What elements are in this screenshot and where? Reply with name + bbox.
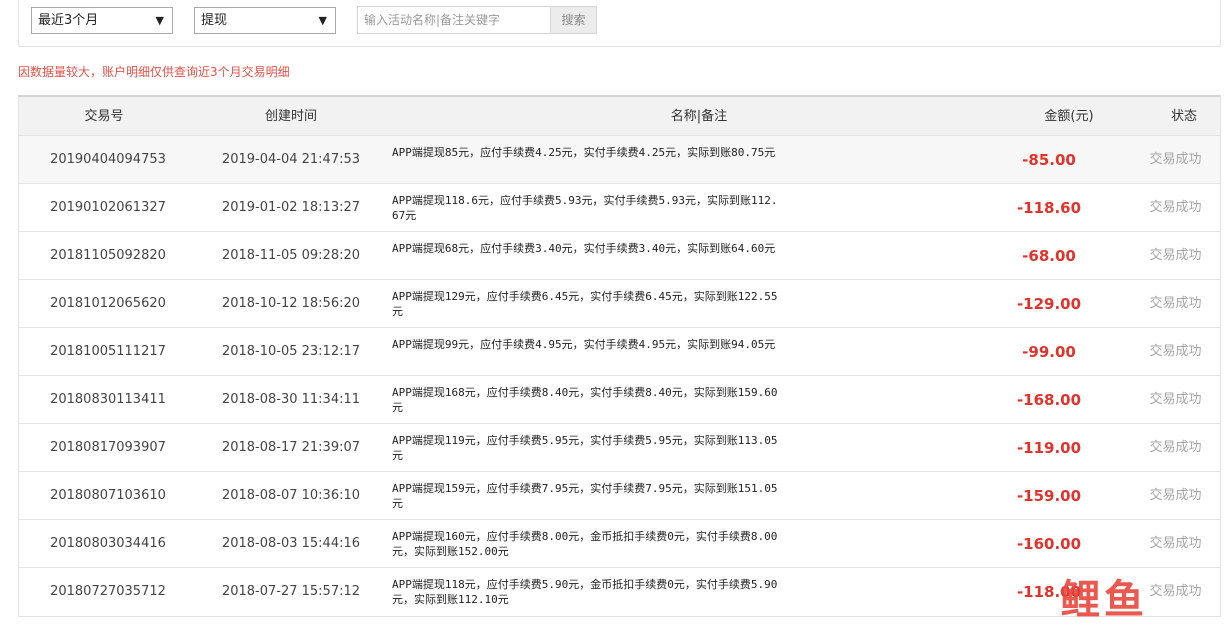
filter-bar: 最近3个月 ▼ 提现 ▼ 搜索 [18,0,1221,47]
created-time: 2018-08-17 21:39:07 [221,440,361,455]
transaction-id: 20181012065620 [50,296,166,311]
transaction-amount: -85.00 [1022,151,1076,169]
dropdown-arrow-icon: ▼ [318,14,327,27]
transaction-id: 20180807103610 [50,488,166,503]
transaction-amount: -119.00 [1016,439,1082,457]
table-row: 20181005111217 2018-10-05 23:12:17 APP端提现9… [19,328,1220,376]
watermark-logo: 鲤鱼 [1060,577,1148,623]
transaction-amount: -99.00 [1022,343,1076,361]
transaction-amount: -159.00 [1016,487,1082,505]
transaction-status: 交易成功 [1149,152,1202,167]
transaction-status: 交易成功 [1149,392,1202,407]
dropdown-arrow-icon: ▼ [155,14,164,27]
table-row: 20190102061327 2019-01-02 18:13:27 APP端提现1… [19,184,1220,232]
table-header: 交易号 创建时间 名称|备注 金额(元) 状态 [19,97,1220,136]
table-row: 20181105092820 2018-11-05 09:28:20 APP端提现6… [19,232,1220,280]
date-range-value: 最近3个月 [38,13,99,28]
transaction-note: APP端提现118元，应付手续费5.90元，金币抵扣手续费0元，实付手续费5.9… [392,578,778,606]
transaction-id: 20190102061327 [50,200,166,215]
table-row: 20180807103610 2018-08-07 10:36:10 APP端提现1… [19,472,1220,520]
transaction-note: APP端提现129元，应付手续费6.45元，实付手续费6.45元，实际到账122… [392,290,778,318]
transaction-type-value: 提现 [201,13,228,28]
transaction-note: APP端提现159元，应付手续费7.95元，实付手续费7.95元，实际到账151… [392,482,778,510]
transaction-amount: -168.00 [1016,391,1082,409]
header-created-time: 创建时间 [264,109,317,124]
created-time: 2019-01-02 18:13:27 [221,200,361,215]
data-range-notice: 因数据量较大，账户明细仅供查询近3个月交易明细 [18,65,290,79]
created-time: 2018-11-05 09:28:20 [221,248,361,263]
header-transaction-id: 交易号 [84,109,124,124]
transaction-status: 交易成功 [1149,344,1202,359]
transaction-table: 交易号 创建时间 名称|备注 金额(元) 状态 20190404094753 20… [18,95,1221,617]
table-row: 20180830113411 2018-08-30 11:34:11 APP端提现1… [19,376,1220,424]
created-time: 2018-07-27 15:57:12 [221,584,361,599]
created-time: 2019-04-04 21:47:53 [221,152,361,167]
header-amount: 金额(元) [1044,109,1094,124]
transaction-status: 交易成功 [1149,488,1202,503]
transaction-status: 交易成功 [1149,248,1202,263]
created-time: 2018-08-07 10:36:10 [221,488,361,503]
table-row: 20180803034416 2018-08-03 15:44:16 APP端提现1… [19,520,1220,568]
date-range-select[interactable]: 最近3个月 ▼ [31,7,173,34]
transaction-note: APP端提现118.6元，应付手续费5.93元，实付手续费5.93元，实际到账1… [392,194,778,222]
table-row: 20180727035712 2018-07-27 15:57:12 APP端提现1… [19,568,1220,616]
transaction-status: 交易成功 [1149,296,1202,311]
created-time: 2018-10-12 18:56:20 [221,296,361,311]
transaction-id: 20181105092820 [50,248,166,263]
transaction-note: APP端提现168元，应付手续费8.40元，实付手续费8.40元，实际到账159… [392,386,778,414]
transaction-amount: -160.00 [1016,535,1082,553]
transaction-id: 20180727035712 [50,584,166,599]
table-row: 20180817093907 2018-08-17 21:39:07 APP端提现1… [19,424,1220,472]
transaction-id: 20180817093907 [50,440,166,455]
transaction-amount: -68.00 [1022,247,1076,265]
table-row: 20190404094753 2019-04-04 21:47:53 APP端提现8… [19,136,1220,184]
transaction-id: 20181005111217 [50,344,166,359]
created-time: 2018-10-05 23:12:17 [221,344,361,359]
transaction-note: APP端提现119元，应付手续费5.95元，实付手续费5.95元，实际到账113… [392,434,778,462]
created-time: 2018-08-03 15:44:16 [221,536,361,551]
transaction-note: APP端提现85元，应付手续费4.25元，实付手续费4.25元，实际到账80.7… [392,146,776,159]
created-time: 2018-08-30 11:34:11 [221,392,361,407]
header-status: 状态 [1170,109,1197,124]
transaction-note: APP端提现68元，应付手续费3.40元，实付手续费3.40元，实际到账64.6… [392,242,776,255]
transaction-status: 交易成功 [1149,440,1202,455]
transaction-status: 交易成功 [1149,200,1202,215]
transaction-id: 20180803034416 [50,536,166,551]
transaction-id: 20180830113411 [50,392,166,407]
transaction-amount: -129.00 [1016,295,1082,313]
transaction-status: 交易成功 [1149,536,1202,551]
transaction-type-select[interactable]: 提现 ▼ [194,7,336,34]
transaction-note: APP端提现99元，应付手续费4.95元，实付手续费4.95元，实际到账94.0… [392,338,776,351]
transaction-id: 20190404094753 [50,152,166,167]
table-row: 20181012065620 2018-10-12 18:56:20 APP端提现1… [19,280,1220,328]
header-name-note: 名称|备注 [670,109,728,124]
search-input[interactable] [357,6,551,34]
table-body: 20190404094753 2019-04-04 21:47:53 APP端提现8… [19,136,1220,616]
transaction-amount: -118.60 [1016,199,1082,217]
transaction-note: APP端提现160元，应付手续费8.00元，金币抵扣手续费0元，实付手续费8.0… [392,530,778,558]
search-button[interactable]: 搜索 [550,6,597,34]
